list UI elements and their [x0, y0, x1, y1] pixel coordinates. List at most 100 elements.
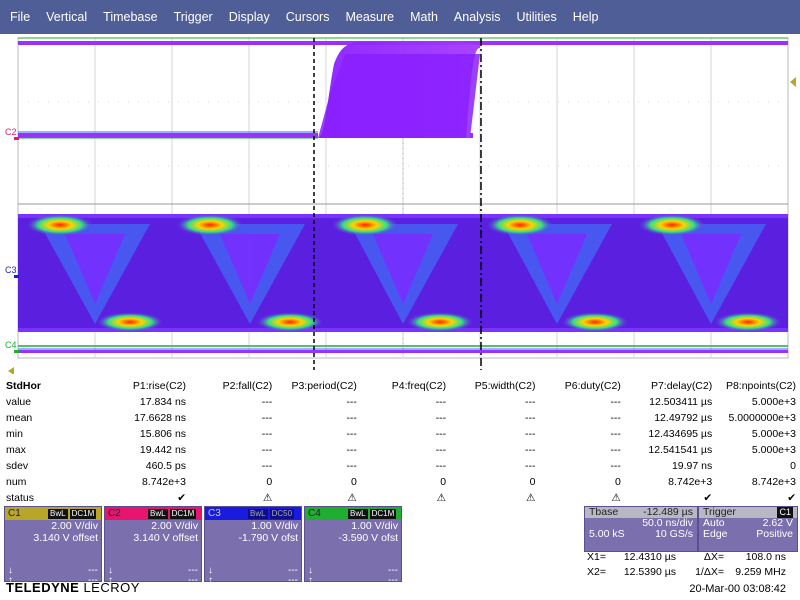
- menu-math[interactable]: Math: [402, 0, 446, 34]
- menu-cursors[interactable]: Cursors: [278, 0, 338, 34]
- table-cell: ---: [261, 428, 273, 440]
- table-cell: ---: [610, 460, 621, 472]
- status-check-icon[interactable]: ✔: [621, 490, 712, 506]
- table-row: min 15.806 ns --- --- --- --- --- 12.434…: [0, 426, 800, 442]
- param-header[interactable]: P4:freq(C2): [357, 378, 446, 394]
- volts-per-div: 2.00 V/div: [151, 520, 198, 532]
- waveform-display[interactable]: C2 C3 C4: [0, 34, 800, 374]
- table-cell: 460.5 ps: [145, 460, 187, 472]
- table-cell: ---: [524, 412, 536, 424]
- delta-x-value: 108.0 ns: [745, 551, 786, 563]
- menu-file[interactable]: File: [0, 0, 38, 34]
- param-header[interactable]: P5:width(C2): [446, 378, 536, 394]
- table-row: value 17.834 ns --- --- --- --- --- 12.5…: [0, 394, 800, 410]
- c3-eye-diagram: [18, 214, 788, 332]
- table-row: status ✔ ⚠ ⚠ ⚠ ⚠ ⚠ ✔ ✔: [0, 490, 800, 506]
- status-warning-icon[interactable]: ⚠: [446, 490, 535, 506]
- trigger-descriptor[interactable]: Trigger C1 Auto 2.62 V Edge Positive: [698, 506, 798, 552]
- cursor-readout: X1= 12.4310 µs ΔX= 108.0 ns X2= 12.5390 …: [584, 550, 800, 580]
- status-warning-icon[interactable]: ⚠: [535, 490, 620, 506]
- waveform-grid[interactable]: [0, 34, 800, 374]
- channel-name: C1: [8, 508, 21, 519]
- table-row: mean 17.6628 ns --- --- --- --- --- 12.4…: [0, 410, 800, 426]
- value-dash: ---: [388, 575, 398, 586]
- channel-c2-descriptor[interactable]: C2 BwL DC1M 2.00 V/div 3.140 V offset ↓ -…: [104, 506, 202, 586]
- table-cell: 0: [790, 460, 796, 472]
- x2-value: 12.5390 µs: [623, 566, 676, 578]
- table-cell: ---: [610, 396, 621, 408]
- menu-timebase[interactable]: Timebase: [95, 0, 165, 34]
- channel-name: C3: [208, 508, 221, 519]
- menu-analysis[interactable]: Analysis: [446, 0, 509, 34]
- offset: 3.140 V offset: [33, 532, 98, 544]
- table-cell: 8.742e+3: [141, 476, 187, 488]
- channel-c1-descriptor[interactable]: C1 BwL DC1M 2.00 V/div 3.140 V offset ↓ -…: [4, 506, 102, 586]
- table-cell: 12.541541 µs: [648, 444, 713, 456]
- table-cell: 19.97 ns: [671, 460, 713, 472]
- menu-vertical[interactable]: Vertical: [38, 0, 95, 34]
- row-label: sdev: [6, 460, 29, 472]
- table-cell: ---: [435, 460, 447, 472]
- menu-trigger[interactable]: Trigger: [166, 0, 221, 34]
- sample-rate: 10 GS/s: [655, 528, 693, 540]
- param-header[interactable]: P1:rise(C2): [95, 378, 186, 394]
- table-cell: ---: [610, 444, 621, 456]
- trigger-level-arrow-icon[interactable]: [790, 77, 796, 87]
- table-cell: 0: [440, 476, 447, 488]
- coupling-tag: DC1M: [69, 508, 97, 519]
- table-cell: ---: [524, 396, 536, 408]
- table-cell: ---: [261, 396, 273, 408]
- param-header[interactable]: P7:delay(C2): [621, 378, 712, 394]
- volts-per-div: 2.00 V/div: [51, 520, 98, 532]
- table-cell: ---: [346, 444, 357, 456]
- value-dash: ---: [188, 575, 198, 586]
- param-header[interactable]: P2:fall(C2): [186, 378, 273, 394]
- menu-measure[interactable]: Measure: [337, 0, 402, 34]
- inverse-delta-x-value: 9.259 MHz: [735, 566, 786, 578]
- menu-bar: File Vertical Timebase Trigger Display C…: [0, 0, 800, 34]
- menu-utilities[interactable]: Utilities: [508, 0, 564, 34]
- channel-name: C4: [308, 508, 321, 519]
- status-warning-icon[interactable]: ⚠: [357, 490, 446, 506]
- table-cell: ---: [610, 428, 621, 440]
- status-check-icon[interactable]: ✔: [712, 490, 800, 506]
- table-row: sdev 460.5 ps --- --- --- --- --- 19.97 …: [0, 458, 800, 474]
- delta-x-label: ΔX=: [703, 551, 724, 563]
- table-cell: ---: [435, 428, 447, 440]
- arrow-up-icon: ↑: [208, 575, 213, 586]
- channel-header: C2 BwL DC1M: [105, 507, 201, 520]
- table-cell: 12.503411 µs: [649, 396, 713, 408]
- bandwidth-limit-tag: BwL: [148, 508, 168, 519]
- channel-name: C2: [108, 508, 121, 519]
- channel-c4-descriptor[interactable]: C4 BwL DC1M 1.00 V/div -3.590 V ofst ↓ --…: [304, 506, 402, 586]
- param-header[interactable]: P3:period(C2): [272, 378, 356, 394]
- row-label: max: [6, 444, 26, 456]
- status-warning-icon[interactable]: ⚠: [272, 490, 356, 506]
- status-check-icon[interactable]: ✔: [95, 490, 186, 506]
- trigger-slope: Positive: [756, 528, 793, 540]
- table-row: max 19.442 ns --- --- --- --- --- 12.541…: [0, 442, 800, 458]
- status-warning-icon[interactable]: ⚠: [186, 490, 272, 506]
- param-header[interactable]: P8:npoints(C2): [712, 378, 800, 394]
- offset: -1.790 V ofst: [238, 532, 298, 544]
- timebase-descriptor[interactable]: Tbase -12.489 µs 50.0 ns/div 5.00 kS 10 …: [584, 506, 698, 552]
- table-cell: 8.742e+3: [668, 476, 713, 488]
- channel-header: C4 BwL DC1M: [305, 507, 401, 520]
- table-cell: ---: [261, 412, 273, 424]
- menu-display[interactable]: Display: [221, 0, 278, 34]
- c2-label: C2: [5, 127, 17, 137]
- table-cell: ---: [261, 444, 273, 456]
- volts-per-div: 1.00 V/div: [351, 520, 398, 532]
- x2-label: X2=: [587, 566, 606, 578]
- offset: 3.140 V offset: [133, 532, 198, 544]
- channel-c3-descriptor[interactable]: C3 BwL DC50 1.00 V/div -1.790 V ofst ↓ --…: [204, 506, 302, 586]
- c4-label: C4: [5, 340, 17, 350]
- table-cell: ---: [261, 460, 273, 472]
- table-cell: 15.806 ns: [139, 428, 187, 440]
- bandwidth-limit-tag: BwL: [248, 508, 268, 519]
- param-header[interactable]: P6:duty(C2): [535, 378, 621, 394]
- offset: -3.590 V ofst: [338, 532, 398, 544]
- measurement-table: StdHor P1:rise(C2) P2:fall(C2) P3:period…: [0, 378, 800, 506]
- menu-help[interactable]: Help: [565, 0, 607, 34]
- trigger-position-arrow-icon[interactable]: [8, 367, 14, 374]
